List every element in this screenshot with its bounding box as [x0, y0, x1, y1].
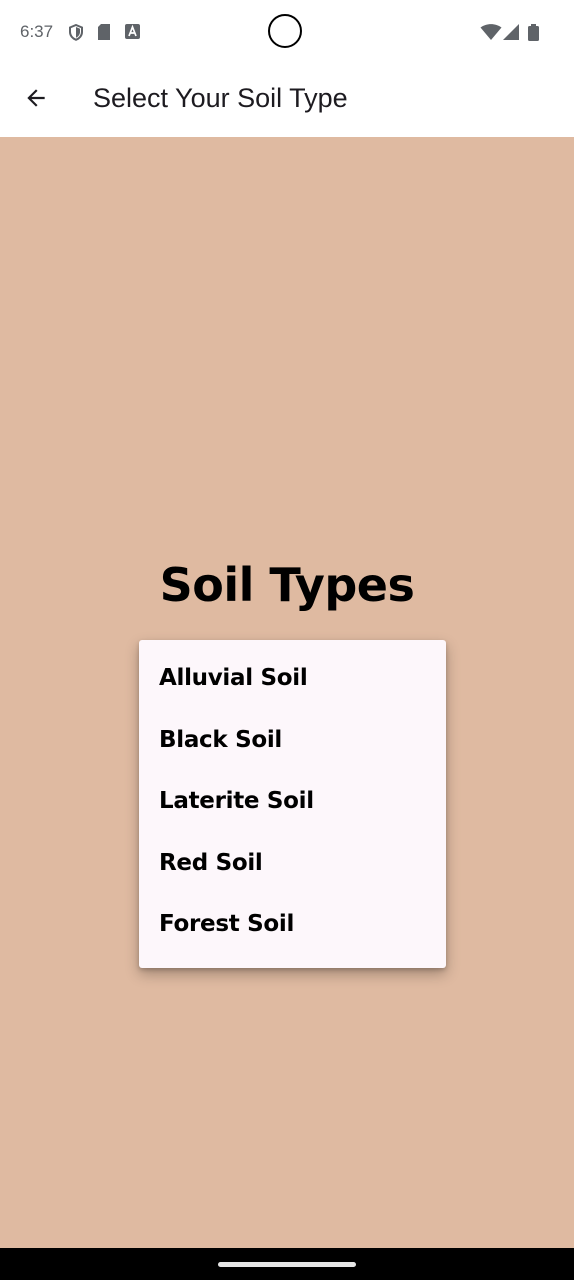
arrow-back-icon: [23, 85, 49, 115]
menu-item-alluvial-soil[interactable]: Alluvial Soil: [139, 652, 446, 708]
menu-item-label: Laterite Soil: [159, 788, 314, 814]
page-title: Select Your Soil Type: [93, 83, 348, 113]
navigation-bar: [0, 1248, 574, 1280]
soil-type-menu: Alluvial Soil Black Soil Laterite Soil R…: [139, 640, 446, 968]
menu-item-red-soil[interactable]: Red Soil: [139, 837, 446, 893]
back-button[interactable]: [14, 78, 58, 122]
wifi-icon: [480, 24, 502, 45]
menu-item-label: Forest Soil: [159, 911, 295, 937]
status-time: 6:37: [20, 22, 54, 41]
menu-item-label: Red Soil: [159, 850, 263, 876]
menu-item-laterite-soil[interactable]: Laterite Soil: [139, 775, 446, 831]
menu-item-forest-soil[interactable]: Forest Soil: [139, 898, 446, 954]
menu-item-label: Black Soil: [159, 727, 283, 753]
sd-card-icon: [97, 24, 113, 40]
home-indicator[interactable]: [218, 1262, 356, 1267]
menu-item-label: Alluvial Soil: [159, 665, 308, 691]
camera-cutout: [268, 14, 302, 48]
soil-types-heading: Soil Types: [159, 558, 415, 612]
app-bar: Select Your Soil Type: [0, 66, 574, 137]
status-bar: 6:37: [0, 0, 574, 66]
cellular-signal-icon: [503, 24, 519, 44]
menu-item-black-soil[interactable]: Black Soil: [139, 714, 446, 770]
text-a-icon: [125, 24, 141, 40]
app-screen: 6:37 Select Your Soil Type Soil Types Al…: [0, 0, 574, 1280]
shield-icon: [68, 23, 84, 41]
battery-icon: [528, 24, 539, 45]
